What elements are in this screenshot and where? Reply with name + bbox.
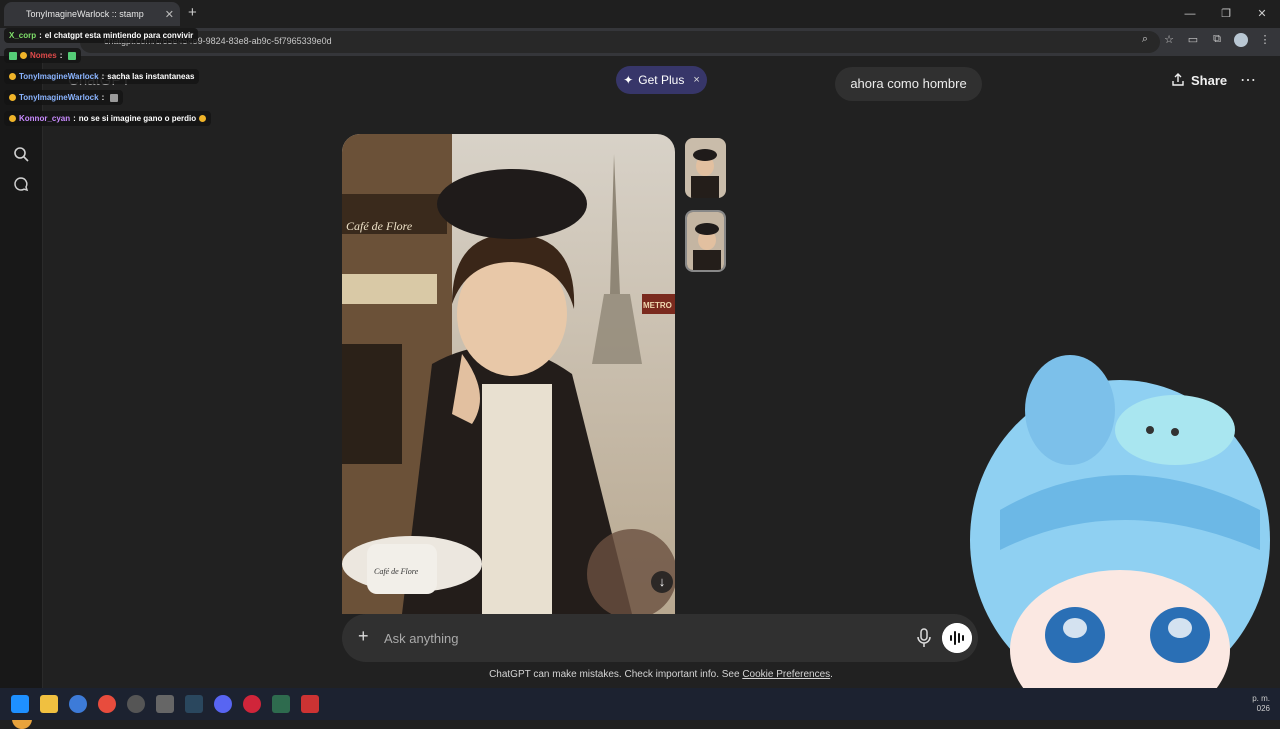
app-icon[interactable] — [272, 695, 290, 713]
discord-icon[interactable] — [214, 695, 232, 713]
tab-close-icon[interactable]: ✕ — [165, 8, 174, 21]
prompt-input[interactable] — [384, 626, 884, 650]
cookie-preferences-link[interactable]: Cookie Preferences — [742, 669, 830, 680]
minimize-button[interactable]: — — [1172, 0, 1208, 28]
app-icon[interactable] — [156, 695, 174, 713]
emote-icon — [199, 115, 207, 122]
more-options-button[interactable]: ⋯ — [1240, 70, 1257, 90]
vtuber-avatar — [970, 355, 1270, 688]
clock-line-1: p. m. — [1252, 694, 1270, 703]
chat-username: TonyImagineWarlock — [19, 72, 99, 81]
browser-menu-icon[interactable]: ⋮ — [1258, 33, 1272, 47]
sparkle-icon: ✦ — [623, 73, 634, 87]
chat-badge-icon — [9, 94, 16, 101]
chrome-icon[interactable] — [98, 695, 116, 713]
cast-icon[interactable]: ▭ — [1186, 33, 1200, 47]
metro-sign-text: METRO — [643, 301, 672, 310]
close-window-button[interactable]: ✕ — [1244, 0, 1280, 28]
chat-badge-icon — [9, 73, 16, 80]
chat-badge-icon — [9, 51, 17, 60]
tab-title: TonyImagineWarlock :: stamp — [26, 9, 144, 19]
microphone-icon[interactable] — [916, 628, 932, 648]
app-icon[interactable] — [69, 695, 87, 713]
generated-image[interactable]: Café de Flore METRO Café de Flore — [342, 134, 675, 614]
os-taskbar — [0, 688, 1280, 720]
maximize-button[interactable]: ❐ — [1208, 0, 1244, 28]
steam-icon[interactable] — [185, 695, 203, 713]
chat-separator: : — [73, 114, 76, 123]
chats-icon[interactable] — [13, 176, 29, 192]
image-thumbnail-1[interactable] — [685, 138, 726, 198]
chat-separator: : — [101, 93, 105, 102]
app-icon[interactable] — [301, 695, 319, 713]
chat-separator: : — [101, 72, 105, 81]
browser-tab-bar: TonyImagineWarlock :: stamp ✕ + — ❐ ✕ — [0, 0, 1280, 28]
emote-icon — [68, 51, 77, 60]
emote-icon — [110, 93, 119, 102]
chat-username: Nomes — [30, 51, 57, 60]
message-composer: + — [342, 614, 978, 662]
file-explorer-icon[interactable] — [40, 695, 58, 713]
share-button[interactable]: Share — [1171, 70, 1227, 90]
app-sidebar: DD — [0, 56, 43, 729]
download-image-button[interactable]: ↓ — [651, 571, 673, 593]
chat-overlay-line: Nomes : — [4, 48, 82, 63]
user-message-bubble: ahora como hombre — [835, 67, 982, 101]
chat-message: el chatgpt esta mintiendo para convivir — [44, 31, 194, 40]
chat-overlay-line: TonyImagineWarlock : sacha las instantan… — [4, 69, 200, 84]
chat-username: X_corp — [9, 31, 37, 40]
search-icon[interactable] — [13, 146, 29, 162]
chat-overlay-line: X_corp : el chatgpt esta mintiendo para … — [4, 28, 199, 43]
get-plus-label: Get Plus — [638, 73, 685, 87]
cafe-sign-text: Café de Flore — [346, 219, 413, 233]
share-icon — [1172, 73, 1184, 86]
attach-plus-button[interactable]: + — [358, 626, 369, 647]
obs-icon[interactable] — [127, 695, 145, 713]
toolbar-icons: ⌕ ☆ ▭ ⧉ ⋮ — [1138, 33, 1272, 47]
browser-tab[interactable]: TonyImagineWarlock :: stamp ✕ — [4, 2, 180, 26]
taskbar-clock[interactable]: p. m. 026 — [1252, 694, 1270, 714]
get-plus-button[interactable]: ✦ Get Plus × — [616, 66, 707, 94]
window-controls: — ❐ ✕ — [1172, 0, 1280, 28]
windows-start-icon[interactable] — [11, 695, 29, 713]
zoom-icon[interactable]: ⌕ — [1138, 33, 1152, 47]
bookmark-star-icon[interactable]: ☆ — [1162, 33, 1176, 47]
opera-icon[interactable] — [243, 695, 261, 713]
cup-text: Café de Flore — [374, 567, 419, 576]
disclaimer-period: . — [830, 669, 833, 680]
chat-badge-icon — [9, 115, 16, 122]
chat-separator: : — [39, 31, 42, 40]
clock-line-2: 026 — [1256, 704, 1270, 713]
dismiss-icon[interactable]: × — [693, 74, 699, 86]
chat-message: no se si imagine gano o perdio — [78, 114, 197, 123]
chat-message: sacha las instantaneas — [107, 72, 195, 81]
chat-overlay-line: TonyImagineWarlock : — [4, 90, 124, 105]
chat-separator: : — [59, 51, 63, 60]
chat-overlay-line: Konnor_cyan : no se si imagine gano o pe… — [4, 111, 212, 126]
chat-username: Konnor_cyan — [19, 114, 71, 123]
image-thumbnail-2[interactable] — [685, 210, 726, 272]
chat-badge-icon — [20, 52, 27, 59]
disclaimer-body: ChatGPT can make mistakes. Check importa… — [489, 669, 743, 680]
new-tab-button[interactable]: + — [188, 4, 197, 21]
share-label: Share — [1191, 72, 1228, 88]
profile-avatar[interactable] — [1234, 33, 1248, 47]
chat-username: TonyImagineWarlock — [19, 93, 99, 102]
extensions-icon[interactable]: ⧉ — [1210, 33, 1224, 47]
